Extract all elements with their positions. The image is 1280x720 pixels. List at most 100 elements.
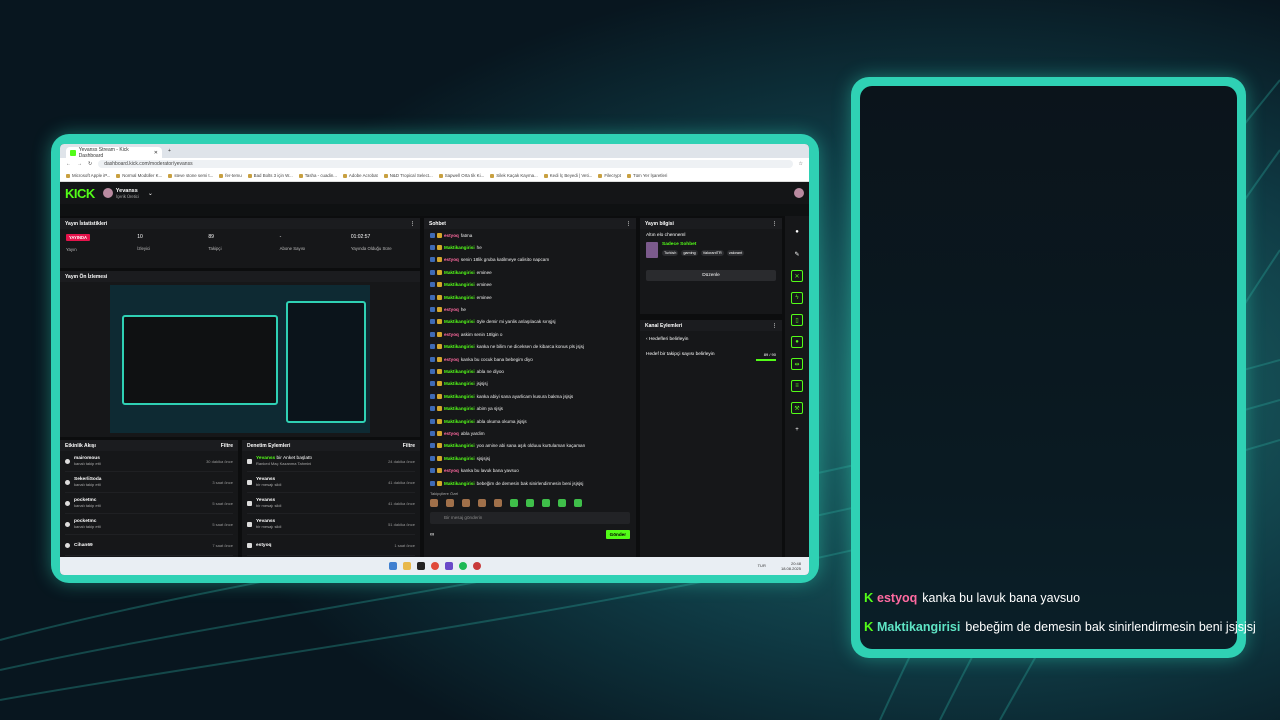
- chat-username[interactable]: estyoq: [444, 357, 459, 362]
- bookmark-item[interactable]: fer-temu: [219, 173, 241, 178]
- chat-message[interactable]: estyoq he: [424, 303, 636, 315]
- chat-message[interactable]: Maktikangirisi abim ya sjsjs: [424, 402, 636, 414]
- bookmark-item[interactable]: Bad Bolts 3 için W...: [248, 173, 293, 178]
- bookmark-item[interactable]: Microsoft Apple iP...: [66, 173, 110, 178]
- edit-icon[interactable]: ✎: [791, 248, 803, 260]
- url-field[interactable]: dashboard.kick.com/moderator/yevanss: [98, 160, 793, 168]
- chat-message[interactable]: estyoq askim senin 18lgin o: [424, 328, 636, 340]
- phone-icon[interactable]: ▯: [791, 314, 803, 326]
- chat-username[interactable]: Maktikangirisi: [444, 270, 475, 275]
- split-icon[interactable]: ⇹: [791, 358, 803, 370]
- list-item[interactable]: Yevanss bir mesajı sildi 41 dakika önce: [247, 493, 415, 514]
- back-icon[interactable]: ←: [66, 161, 71, 167]
- list-item[interactable]: estyoq 1 saat önce: [247, 535, 415, 556]
- chat-message[interactable]: estyoq abla yardim: [424, 427, 636, 439]
- emote-icon[interactable]: [574, 499, 582, 508]
- bookmark-item[interactable]: Kedi İç Beyedi | Veti...: [544, 173, 593, 178]
- chat-username[interactable]: Maktikangirisi: [444, 381, 475, 386]
- chat-username[interactable]: estyoq: [444, 233, 459, 238]
- chat-username[interactable]: Maktikangirisi: [444, 369, 475, 374]
- language-indicator[interactable]: TUR: [758, 563, 766, 568]
- chat-username[interactable]: Maktikangirisi: [444, 394, 475, 399]
- chat-username[interactable]: Maktikangirisi: [444, 406, 475, 411]
- list-item[interactable]: SekerliSoda kanalı takip etti 3 saat önce: [65, 472, 233, 493]
- chat-message[interactable]: Maktikangirisi yoo amine abi sana aşık ol…: [424, 440, 636, 452]
- wrench-icon[interactable]: ⚒: [791, 402, 803, 414]
- chat-username[interactable]: estyoq: [444, 431, 459, 436]
- close-tab-icon[interactable]: ✕: [154, 150, 158, 156]
- stream-preview[interactable]: [110, 285, 370, 433]
- chat-message[interactable]: Maktikangirisi kanka ne bilim ne diceksen…: [424, 341, 636, 353]
- bookmark-item[interactable]: steve stone semi t...: [168, 173, 213, 178]
- chrome-icon[interactable]: [430, 562, 439, 570]
- list-item[interactable]: Cihan69 7 saat önce: [65, 535, 233, 556]
- list-item[interactable]: pocketmc kanalı takip etti 5 saat önce: [65, 514, 233, 535]
- star-icon[interactable]: ☆: [799, 161, 803, 167]
- send-button[interactable]: Gönder: [605, 530, 630, 540]
- kick-logo[interactable]: KICK: [65, 186, 95, 201]
- bookmark-item[interactable]: Silek Kaçak Kayma...: [490, 173, 537, 178]
- chat-message[interactable]: Maktikangirisi he: [424, 241, 636, 253]
- chat-username[interactable]: Maktikangirisi: [444, 481, 475, 486]
- chat-message[interactable]: Maktikangirisi eminee: [424, 266, 636, 278]
- emote-icon[interactable]: [510, 499, 518, 508]
- chat-message[interactable]: estyoq kanka bu cocuk bana bebegim diyo: [424, 353, 636, 365]
- tag-chip[interactable]: valorant: [726, 250, 745, 256]
- windows-start-icon[interactable]: [388, 562, 397, 570]
- plus-icon[interactable]: +: [791, 424, 803, 436]
- moderation-filter[interactable]: Filtre: [403, 443, 415, 449]
- chat-input[interactable]: Bir mesaj gönderin: [430, 512, 630, 525]
- edit-button[interactable]: Düzenle: [646, 270, 776, 281]
- close-icon[interactable]: ✕: [791, 270, 803, 282]
- chat-username[interactable]: estyoq: [444, 332, 459, 337]
- chat-message[interactable]: estyoq senin 18lik gruba katilmeye calisi…: [424, 254, 636, 266]
- emote-icon[interactable]: [558, 499, 566, 508]
- tag-chip[interactable]: Turkish: [662, 250, 679, 256]
- chat-message[interactable]: Maktikangirisi bebeğim de demesin bak sin…: [424, 477, 636, 489]
- reload-icon[interactable]: ↻: [88, 161, 92, 167]
- app-icon[interactable]: [472, 562, 481, 570]
- chat-username[interactable]: Maktikangirisi: [444, 295, 475, 300]
- browser-tab[interactable]: Yevanss Stream - Kick Dashboard ✕: [66, 147, 162, 159]
- list-item[interactable]: pocketmc kanalı takip etti 5 saat önce: [65, 493, 233, 514]
- bookmark-item[interactable]: N&D Tropical Select...: [384, 173, 433, 178]
- chat-message[interactable]: Maktikangirisi öyle demir mi yanlis anlaş…: [424, 316, 636, 328]
- chat-username[interactable]: estyoq: [444, 257, 459, 262]
- bookmark-item[interactable]: Filecrypt: [598, 173, 621, 178]
- folder-icon[interactable]: [402, 562, 411, 570]
- back-link[interactable]: ‹ Hedefleri belirleyin: [646, 337, 776, 342]
- emote-icon[interactable]: [478, 499, 486, 508]
- forward-icon[interactable]: →: [77, 161, 82, 167]
- chat-username[interactable]: Maktikangirisi: [444, 344, 475, 349]
- chat-message[interactable]: Maktikangirisi eminee: [424, 279, 636, 291]
- spotify-icon[interactable]: [458, 562, 467, 570]
- list-item[interactable]: Yevanss bir Anket başlattı Ranked Maç Kaz…: [247, 451, 415, 472]
- activity-filter[interactable]: Filtre: [221, 443, 233, 449]
- list-item[interactable]: Yevanss bir mesajı sildi 51 dakika önce: [247, 514, 415, 535]
- chat-message[interactable]: Maktikangirisi abla okuma okuma jsjsjs: [424, 415, 636, 427]
- chat-message[interactable]: Maktikangirisi jsjsjsj: [424, 378, 636, 390]
- user-switcher[interactable]: Yevanss İçerik Üretici ⌄: [102, 188, 153, 199]
- bookmark-item[interactable]: Sapwell Orta tik Ki...: [439, 173, 485, 178]
- terminal-icon[interactable]: [416, 562, 425, 570]
- category-name[interactable]: Sadece Sohbet: [662, 242, 744, 247]
- chat-username[interactable]: Maktikangirisi: [444, 419, 475, 424]
- bolt-icon[interactable]: ϟ: [791, 292, 803, 304]
- bookmark-item[interactable]: Normal Modüller K...: [116, 173, 162, 178]
- list-item[interactable]: Yevanss bir mesajı sildi 41 dakika önce: [247, 472, 415, 493]
- bookmark-item[interactable]: Tasha - cuadin...: [299, 173, 337, 178]
- tag-chip[interactable]: gaming: [681, 250, 698, 256]
- chat-username[interactable]: Maktikangirisi: [444, 456, 475, 461]
- emote-icon[interactable]: [494, 499, 502, 508]
- more-icon[interactable]: ⋮: [410, 221, 415, 227]
- chat-message[interactable]: estyoq kanka bu lavuk bana yavsuo: [424, 464, 636, 476]
- chat-message[interactable]: Maktikangirisi sjsjsjsj: [424, 452, 636, 464]
- emote-icon[interactable]: [430, 499, 438, 508]
- bookmark-item[interactable]: Tüm Yer İşaretleri: [627, 173, 667, 178]
- chat-username[interactable]: Maktikangirisi: [444, 319, 475, 324]
- chat-message[interactable]: Maktikangirisi kanka abiyi sana ayarlicam…: [424, 390, 636, 402]
- chat-message[interactable]: estyoq fatma: [424, 229, 636, 241]
- chat-bubble-icon[interactable]: ●: [791, 336, 803, 348]
- more-icon[interactable]: ⋮: [772, 323, 777, 329]
- list-item[interactable]: mairomous kanalı takip etti 30 dakika önce: [65, 451, 233, 472]
